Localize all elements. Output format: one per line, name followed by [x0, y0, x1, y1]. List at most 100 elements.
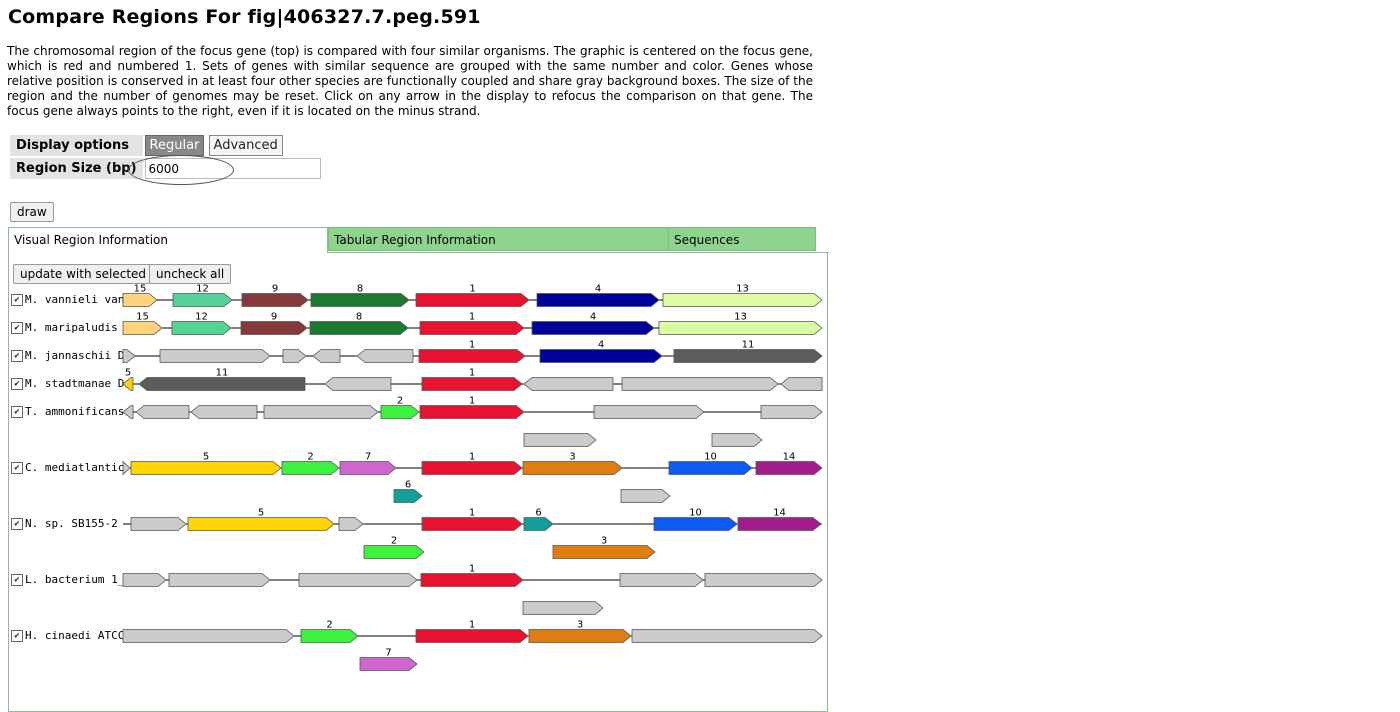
gene-number-label: 1: [469, 312, 475, 323]
gene-number-label: 2: [391, 536, 397, 547]
gene-arrow-9[interactable]: [241, 293, 309, 307]
gene-number-label: 1: [469, 396, 475, 407]
gene-arrow-gray[interactable]: [631, 629, 823, 643]
gene-arrow-gray[interactable]: [298, 573, 418, 587]
gene-arrow-1[interactable]: [420, 573, 524, 587]
gene-arrow-13[interactable]: [662, 293, 823, 307]
gene-number-label: 9: [272, 284, 278, 295]
gene-arrow-14[interactable]: [737, 517, 822, 531]
gene-arrow-7[interactable]: [359, 657, 418, 671]
gene-arrow-6[interactable]: [523, 517, 554, 531]
gene-region-graphic: 15 12 9 8 1 4 1315 12 9 8 1 4 131 4 115 11 12 15 2 7 1 3 10 145…: [122, 284, 823, 671]
gene-arrow-13[interactable]: [658, 321, 823, 335]
gene-number-label: 8: [356, 312, 362, 323]
gene-number-label: 12: [195, 312, 208, 323]
gene-arrow-15[interactable]: [122, 321, 163, 335]
gene-arrow-gray[interactable]: [282, 349, 307, 363]
gene-arrow-5[interactable]: [130, 461, 282, 475]
gene-number-label: 5: [258, 508, 264, 519]
gene-number-label: 11: [742, 340, 755, 351]
gene-arrow-10[interactable]: [668, 461, 753, 475]
gene-arrow-gray[interactable]: [593, 405, 705, 419]
gene-number-label: 3: [601, 536, 607, 547]
gene-arrow-2[interactable]: [363, 545, 425, 559]
gene-arrow-gray[interactable]: [711, 433, 763, 447]
gene-number-label: 7: [385, 648, 391, 659]
gene-arrow-11[interactable]: [673, 349, 823, 363]
gene-arrow-4[interactable]: [539, 349, 663, 363]
gene-arrow-gray[interactable]: [523, 433, 597, 447]
gene-number-label: 15: [134, 284, 147, 295]
gene-number-label: 4: [598, 340, 604, 351]
gene-arrow-3[interactable]: [552, 545, 656, 559]
gene-arrow-gray[interactable]: [704, 573, 823, 587]
gene-arrow-15[interactable]: [122, 293, 158, 307]
gene-arrow-8[interactable]: [310, 293, 410, 307]
gene-arrow-1[interactable]: [421, 461, 523, 475]
gene-number-label: 2: [397, 396, 403, 407]
gene-arrow-gray[interactable]: [159, 349, 271, 363]
gene-arrow-1[interactable]: [421, 377, 523, 391]
gene-arrow-5[interactable]: [187, 517, 335, 531]
gene-arrow-gray[interactable]: [523, 377, 614, 391]
gene-number-label: 11: [216, 368, 229, 379]
gene-arrow-5[interactable]: [122, 377, 134, 391]
gene-number-label: 14: [783, 452, 796, 463]
gene-arrow-12[interactable]: [171, 321, 232, 335]
gene-arrow-2[interactable]: [300, 629, 359, 643]
gene-number-label: 12: [196, 284, 209, 295]
gene-number-label: 1: [469, 284, 475, 295]
gene-arrow-gray[interactable]: [190, 405, 258, 419]
gene-number-label: 1: [469, 340, 475, 351]
gene-arrow-gray[interactable]: [780, 377, 823, 391]
gene-arrow-gray[interactable]: [122, 460, 131, 476]
gene-number-label: 10: [689, 508, 702, 519]
gene-arrow-14[interactable]: [755, 461, 823, 475]
gene-arrow-gray[interactable]: [620, 489, 671, 503]
gene-arrow-gray[interactable]: [122, 349, 136, 363]
gene-arrow-2[interactable]: [380, 405, 420, 419]
gene-arrow-1[interactable]: [421, 517, 523, 531]
gene-arrow-1[interactable]: [418, 349, 526, 363]
gene-number-label: 1: [469, 564, 475, 575]
gene-arrow-6[interactable]: [393, 489, 423, 503]
gene-arrow-1[interactable]: [419, 321, 525, 335]
gene-arrow-2[interactable]: [281, 461, 340, 475]
gene-arrow-1[interactable]: [419, 405, 525, 419]
gene-arrow-3[interactable]: [522, 461, 623, 475]
gene-arrow-gray[interactable]: [130, 517, 187, 531]
gene-arrow-gray[interactable]: [263, 405, 379, 419]
gene-number-label: 13: [734, 312, 747, 323]
gene-arrow-gray[interactable]: [760, 405, 823, 419]
gene-arrow-gray[interactable]: [135, 405, 190, 419]
gene-arrow-gray[interactable]: [122, 629, 295, 643]
gene-arrow-1[interactable]: [415, 629, 529, 643]
gene-arrow-gray[interactable]: [312, 349, 341, 363]
gene-arrow-gray[interactable]: [338, 517, 364, 531]
gene-arrow-gray[interactable]: [621, 377, 779, 391]
gene-arrow-gray[interactable]: [356, 349, 414, 363]
gene-arrow-gray[interactable]: [619, 573, 704, 587]
gene-number-label: 14: [773, 508, 786, 519]
gene-arrow-4[interactable]: [531, 321, 655, 335]
gene-number-label: 6: [405, 480, 411, 491]
gene-arrow-gray[interactable]: [168, 573, 271, 587]
gene-number-label: 5: [125, 368, 131, 379]
gene-arrow-7[interactable]: [339, 461, 397, 475]
gene-arrow-gray[interactable]: [122, 405, 134, 419]
gene-arrow-3[interactable]: [528, 629, 632, 643]
gene-arrow-gray[interactable]: [324, 377, 392, 391]
gene-arrow-gray[interactable]: [122, 573, 167, 587]
gene-arrow-1[interactable]: [415, 293, 530, 307]
gene-arrow-12[interactable]: [172, 293, 233, 307]
gene-arrow-10[interactable]: [653, 517, 738, 531]
gene-arrow-gray[interactable]: [522, 601, 604, 615]
gene-number-label: 10: [704, 452, 717, 463]
gene-number-label: 1: [469, 368, 475, 379]
gene-number-label: 2: [307, 452, 313, 463]
gene-arrow-4[interactable]: [536, 293, 660, 307]
gene-number-label: 1: [469, 508, 475, 519]
gene-arrow-11[interactable]: [138, 377, 306, 391]
gene-arrow-9[interactable]: [240, 321, 308, 335]
gene-arrow-8[interactable]: [309, 321, 409, 335]
